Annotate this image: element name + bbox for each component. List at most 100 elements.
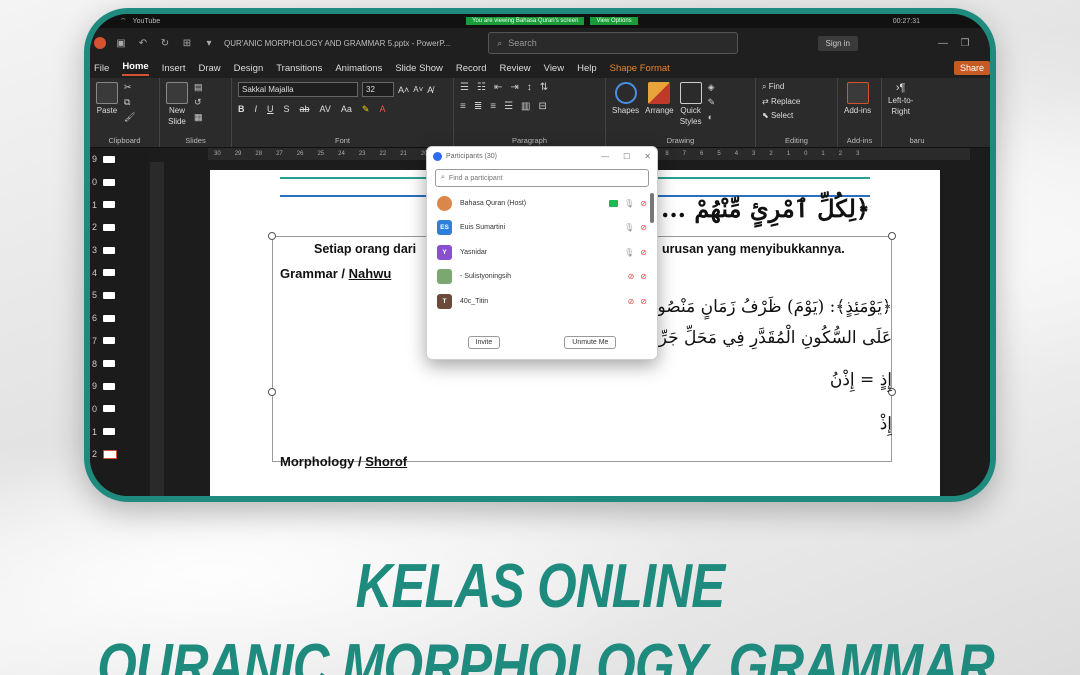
shrink-font-icon[interactable]: A˅ [413,85,423,94]
cut-icon[interactable]: ✂ [124,82,135,93]
slide-thumb[interactable]: 5 [90,284,146,307]
align-left-icon[interactable]: ≡ [460,101,466,112]
slide-thumb[interactable]: 8 [90,352,146,375]
layout-icon[interactable]: ▤ [194,82,203,93]
participant-row[interactable]: - Sulistyoningsih ⊘ ⊘ [427,265,657,290]
tab-help[interactable]: Help [577,63,597,74]
shapes-button[interactable]: Shapes [612,82,639,115]
participant-scrollbar[interactable] [650,193,654,223]
select-button[interactable]: ⬉ Select [762,111,793,120]
clear-format-icon[interactable]: A̸ [427,85,433,95]
redo-icon[interactable]: ↻ [158,36,172,50]
invite-button[interactable]: Invite [467,336,501,349]
unmute-me-button[interactable]: Unmute Me [564,336,617,349]
participant-row[interactable]: Y Yasnidar 🎙 ⊘ [427,240,657,265]
quick-styles-button[interactable]: Quick Styles [679,82,702,126]
grow-font-icon[interactable]: A˄ [398,85,409,95]
slide-thumb[interactable]: 3 [90,239,146,262]
sign-in-button[interactable]: Sign in [817,35,858,51]
slide-thumb[interactable]: 0 [90,171,146,194]
addins-button[interactable]: Add-ins [844,82,871,115]
font-size-select[interactable]: 32 [362,82,394,97]
italic-icon[interactable]: I [255,104,258,115]
text-direction-icon[interactable]: ⇅ [540,82,548,93]
participant-row[interactable]: ES Euis Sumartini 🎙 ⊘ [427,216,657,241]
slide-thumb[interactable]: 1 [90,193,146,216]
share-button[interactable]: Share [953,61,990,75]
close-icon[interactable]: ✕ [644,152,651,161]
tab-view[interactable]: View [544,63,564,74]
participant-row[interactable]: Bahasa Quran (Host) 🎙 ⊘ [427,191,657,216]
left-to-right-button[interactable]: ›¶ Left-to- Right [888,82,913,116]
format-painter-icon[interactable]: 🖌 [124,112,135,123]
reset-icon[interactable]: ↺ [194,97,203,108]
shape-outline-icon[interactable]: ✎ [708,97,716,108]
tab-review[interactable]: Review [500,63,531,74]
tab-transitions[interactable]: Transitions [276,63,322,74]
minimize-icon[interactable]: — [601,152,609,161]
shape-effects-icon[interactable]: ◐ [708,112,716,122]
columns-icon[interactable]: ▥ [521,101,530,112]
bold-icon[interactable]: B [238,104,245,115]
ruler-tick: 8 [665,151,669,157]
restore-icon[interactable]: ❐ [958,36,972,50]
participant-row[interactable]: T 40c_Titin ⊘ ⊘ [427,289,657,313]
slide-thumb[interactable]: 9 [90,148,146,171]
save-icon[interactable]: ▣ [114,36,128,50]
customize-qat-icon[interactable]: ▾ [202,36,216,50]
find-button[interactable]: ⌕ Find [762,82,784,92]
bullets-icon[interactable]: ☰ [460,82,469,93]
char-spacing-icon[interactable]: AV [320,104,331,115]
line-spacing-icon[interactable]: ↕ [527,82,532,93]
highlight-icon[interactable]: ✎ [362,104,370,115]
arrange-button[interactable]: Arrange [645,82,674,115]
increase-indent-icon[interactable]: ⇥ [510,82,518,93]
align-center-icon[interactable]: ≣ [474,101,482,112]
section-icon[interactable]: ▦ [194,112,203,123]
slide-thumb-selected[interactable]: 2 [90,443,146,466]
view-options-button[interactable]: View Options [590,17,638,25]
change-case-icon[interactable]: Aa [341,104,352,115]
resize-handle[interactable] [268,388,276,396]
shape-fill-icon[interactable]: ◈ [708,82,716,93]
replace-button[interactable]: ⇄ Replace [762,97,800,106]
copy-icon[interactable]: ⧉ [124,97,135,108]
resize-handle[interactable] [888,232,896,240]
tab-design[interactable]: Design [234,63,264,74]
numbering-icon[interactable]: ☷ [477,82,486,93]
tab-animations[interactable]: Animations [335,63,382,74]
underline-icon[interactable]: U [267,104,274,115]
justify-icon[interactable]: ☰ [504,101,513,112]
font-name-select[interactable]: Sakkal Majalla [238,82,358,97]
new-slide-button[interactable]: New Slide [166,82,188,126]
strikethrough-icon[interactable]: ab [300,104,310,115]
maximize-icon[interactable]: ☐ [623,152,630,161]
minimize-icon[interactable]: — [936,36,950,50]
decrease-indent-icon[interactable]: ⇤ [494,82,502,93]
slide-thumb[interactable]: 9 [90,375,146,398]
font-color-icon[interactable]: A [379,104,385,115]
slide-thumb[interactable]: 7 [90,330,146,353]
tab-home[interactable]: Home [122,61,149,76]
tab-shape-format[interactable]: Shape Format [610,63,670,74]
resize-handle[interactable] [268,232,276,240]
tab-slide-show[interactable]: Slide Show [395,63,443,74]
undo-icon[interactable]: ↶ [136,36,150,50]
tab-file[interactable]: File [94,63,109,74]
tab-insert[interactable]: Insert [162,63,186,74]
search-input[interactable]: ⌕ Search [488,32,739,54]
vertical-scrollbar[interactable] [976,160,990,496]
paste-button[interactable]: Paste [96,82,118,115]
shadow-icon[interactable]: S [284,104,290,115]
present-icon[interactable]: ⊞ [180,36,194,50]
align-right-icon[interactable]: ≡ [490,101,496,112]
tab-record[interactable]: Record [456,63,487,74]
slide-thumb[interactable]: 1 [90,420,146,443]
align-text-icon[interactable]: ⊟ [539,101,547,112]
slide-thumb[interactable]: 2 [90,216,146,239]
find-participant-input[interactable]: ⌕ Find a participant [435,169,649,187]
tab-draw[interactable]: Draw [198,63,220,74]
slide-thumb[interactable]: 4 [90,261,146,284]
slide-thumb[interactable]: 0 [90,398,146,421]
slide-thumb[interactable]: 6 [90,307,146,330]
